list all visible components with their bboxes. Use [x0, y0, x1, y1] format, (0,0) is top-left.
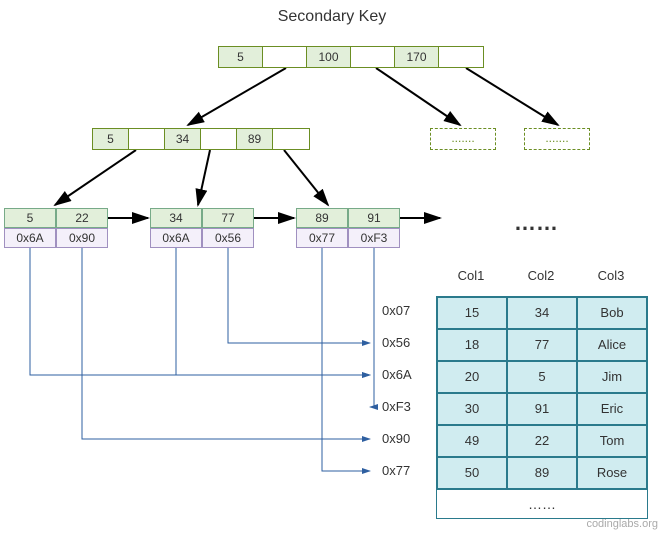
row-address: 0x6A — [382, 367, 412, 382]
table-cell: 5 — [507, 361, 577, 393]
table-cell: 20 — [437, 361, 507, 393]
internal-ptr-0 — [129, 129, 165, 149]
root-key-0: 5 — [219, 47, 263, 67]
root-ptr-2 — [439, 47, 483, 67]
table-cell: Eric — [577, 393, 647, 425]
table-header: Col1 — [436, 268, 506, 283]
table-footer: …… — [437, 489, 647, 518]
leaf-pointer: 0x56 — [202, 228, 254, 248]
table-cell: 34 — [507, 297, 577, 329]
internal-ptr-2 — [273, 129, 309, 149]
root-key-2: 170 — [395, 47, 439, 67]
btree-leaf-node: 5 22 0x6A 0x90 — [4, 208, 108, 248]
leaf-pointer: 0x6A — [150, 228, 202, 248]
leaf-key: 34 — [150, 209, 202, 228]
row-address: 0x77 — [382, 463, 410, 478]
btree-leaf-node: 89 91 0x77 0xF3 — [296, 208, 400, 248]
leaf-key: 77 — [202, 209, 254, 228]
table-cell: Rose — [577, 457, 647, 489]
table-header: Col3 — [576, 268, 646, 283]
btree-root-node: 5 100 170 — [218, 46, 484, 68]
root-ptr-0 — [263, 47, 307, 67]
row-address: 0x56 — [382, 335, 410, 350]
btree-placeholder-node: ....... — [430, 128, 496, 150]
leaf-pointer: 0xF3 — [348, 228, 400, 248]
btree-internal-node: 5 34 89 — [92, 128, 310, 150]
row-address: 0xF3 — [382, 399, 411, 414]
row-address: 0x90 — [382, 431, 410, 446]
internal-ptr-1 — [201, 129, 237, 149]
table-cell: Jim — [577, 361, 647, 393]
leaf-key: 22 — [56, 209, 108, 228]
table-row: 20 5 Jim — [437, 361, 647, 393]
root-key-1: 100 — [307, 47, 351, 67]
ellipsis-icon: …… — [514, 210, 558, 236]
heap-table: 15 34 Bob 18 77 Alice 20 5 Jim 30 91 Eri… — [436, 296, 648, 519]
table-cell: 49 — [437, 425, 507, 457]
internal-key-1: 34 — [165, 129, 201, 149]
table-row: 18 77 Alice — [437, 329, 647, 361]
table-cell: 89 — [507, 457, 577, 489]
leaf-pointer: 0x90 — [56, 228, 108, 248]
internal-key-2: 89 — [237, 129, 273, 149]
root-ptr-1 — [351, 47, 395, 67]
table-cell: Bob — [577, 297, 647, 329]
table-cell: Tom — [577, 425, 647, 457]
table-cell: Alice — [577, 329, 647, 361]
internal-key-0: 5 — [93, 129, 129, 149]
leaf-key: 89 — [296, 209, 348, 228]
table-cell: 15 — [437, 297, 507, 329]
diagram-title: Secondary Key — [0, 8, 664, 26]
table-cell: 30 — [437, 393, 507, 425]
table-cell: 22 — [507, 425, 577, 457]
table-row: 15 34 Bob — [437, 297, 647, 329]
table-cell: 77 — [507, 329, 577, 361]
table-row: 49 22 Tom — [437, 425, 647, 457]
leaf-pointer: 0x77 — [296, 228, 348, 248]
btree-placeholder-node: ....... — [524, 128, 590, 150]
table-cell: 18 — [437, 329, 507, 361]
table-cell: 91 — [507, 393, 577, 425]
btree-leaf-node: 34 77 0x6A 0x56 — [150, 208, 254, 248]
leaf-pointer: 0x6A — [4, 228, 56, 248]
table-header: Col2 — [506, 268, 576, 283]
leaf-key: 91 — [348, 209, 400, 228]
table-header-row: Col1 Col2 Col3 — [436, 268, 646, 283]
leaf-key: 5 — [4, 209, 56, 228]
table-row: 50 89 Rose — [437, 457, 647, 489]
table-row: 30 91 Eric — [437, 393, 647, 425]
row-address: 0x07 — [382, 303, 410, 318]
table-cell: 50 — [437, 457, 507, 489]
watermark: codinglabs.org — [586, 518, 658, 530]
